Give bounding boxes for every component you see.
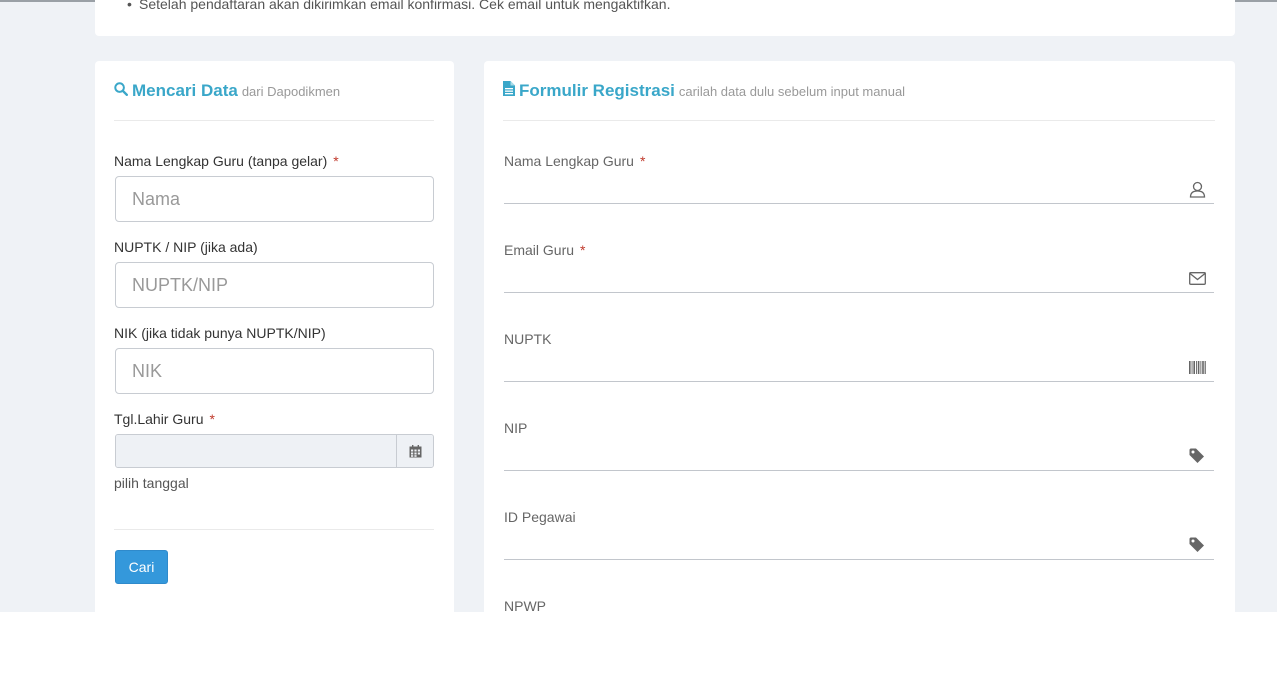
reg-email-field bbox=[504, 263, 1214, 293]
reg-id-pegawai-input[interactable] bbox=[504, 530, 1174, 559]
required-mark: * bbox=[209, 411, 215, 427]
reg-nama-label: Nama Lengkap Guru * bbox=[504, 153, 646, 169]
info-card: Setelah pendaftaran akan dikirimkan emai… bbox=[95, 0, 1235, 36]
reg-email-input[interactable] bbox=[504, 263, 1174, 292]
required-mark: * bbox=[333, 153, 339, 169]
reg-nama-field bbox=[504, 174, 1214, 204]
nik-label: NIK (jika tidak punya NUPTK/NIP) bbox=[114, 325, 326, 341]
reg-nuptk-label: NUPTK bbox=[504, 331, 552, 347]
tgl-lahir-input[interactable] bbox=[116, 435, 397, 467]
registration-card-title: Formulir Registrasi bbox=[519, 81, 675, 100]
search-card: Mencari Data dari Dapodikmen Nama Lengkap… bbox=[95, 61, 454, 612]
reg-nip-label: NIP bbox=[504, 420, 528, 436]
page-viewport: Setelah pendaftaran akan dikirimkan emai… bbox=[0, 0, 1277, 612]
nuptk-nip-label: NUPTK / NIP (jika ada) bbox=[114, 239, 258, 255]
nama-input[interactable] bbox=[115, 176, 434, 222]
tgl-lahir-field bbox=[115, 434, 434, 468]
cari-button[interactable]: Cari bbox=[115, 550, 168, 584]
reg-nuptk-input[interactable] bbox=[504, 352, 1174, 381]
search-card-header: Mencari Data dari Dapodikmen bbox=[114, 81, 434, 121]
tag-icon bbox=[1188, 447, 1206, 465]
nuptk-nip-input[interactable] bbox=[115, 262, 434, 308]
calendar-icon[interactable] bbox=[396, 435, 433, 467]
reg-id-pegawai-field bbox=[504, 530, 1214, 560]
nama-label: Nama Lengkap Guru (tanpa gelar) * bbox=[114, 153, 339, 169]
reg-npwp-label: NPWP bbox=[504, 598, 546, 612]
file-text-icon bbox=[503, 81, 515, 101]
reg-id-pegawai-label: ID Pegawai bbox=[504, 509, 576, 525]
reg-email-label: Email Guru * bbox=[504, 242, 586, 258]
required-mark: * bbox=[580, 242, 586, 258]
envelope-icon bbox=[1188, 269, 1206, 287]
registration-card-subtitle: carilah data dulu sebelum input manual bbox=[678, 83, 906, 99]
user-icon bbox=[1188, 180, 1206, 198]
confirmation-notice: Setelah pendaftaran akan dikirimkan emai… bbox=[127, 0, 670, 12]
registration-card: Formulir Registrasi carilah data dulu seb… bbox=[484, 61, 1235, 612]
barcode-icon bbox=[1188, 358, 1206, 376]
nik-input[interactable] bbox=[115, 348, 434, 394]
divider bbox=[114, 529, 434, 530]
reg-nuptk-field bbox=[504, 352, 1214, 382]
reg-nama-input[interactable] bbox=[504, 174, 1174, 203]
tgl-lahir-help: pilih tanggal bbox=[114, 475, 189, 491]
search-card-title: Mencari Data bbox=[132, 81, 238, 100]
registration-card-header: Formulir Registrasi carilah data dulu seb… bbox=[503, 81, 1215, 121]
required-mark: * bbox=[639, 153, 646, 169]
reg-nip-field bbox=[504, 441, 1214, 471]
search-icon bbox=[114, 81, 129, 101]
search-card-subtitle: dari Dapodikmen bbox=[241, 83, 341, 99]
tag-icon bbox=[1188, 536, 1206, 554]
tgl-lahir-label: Tgl.Lahir Guru * bbox=[114, 411, 215, 427]
reg-nip-input[interactable] bbox=[504, 441, 1174, 470]
